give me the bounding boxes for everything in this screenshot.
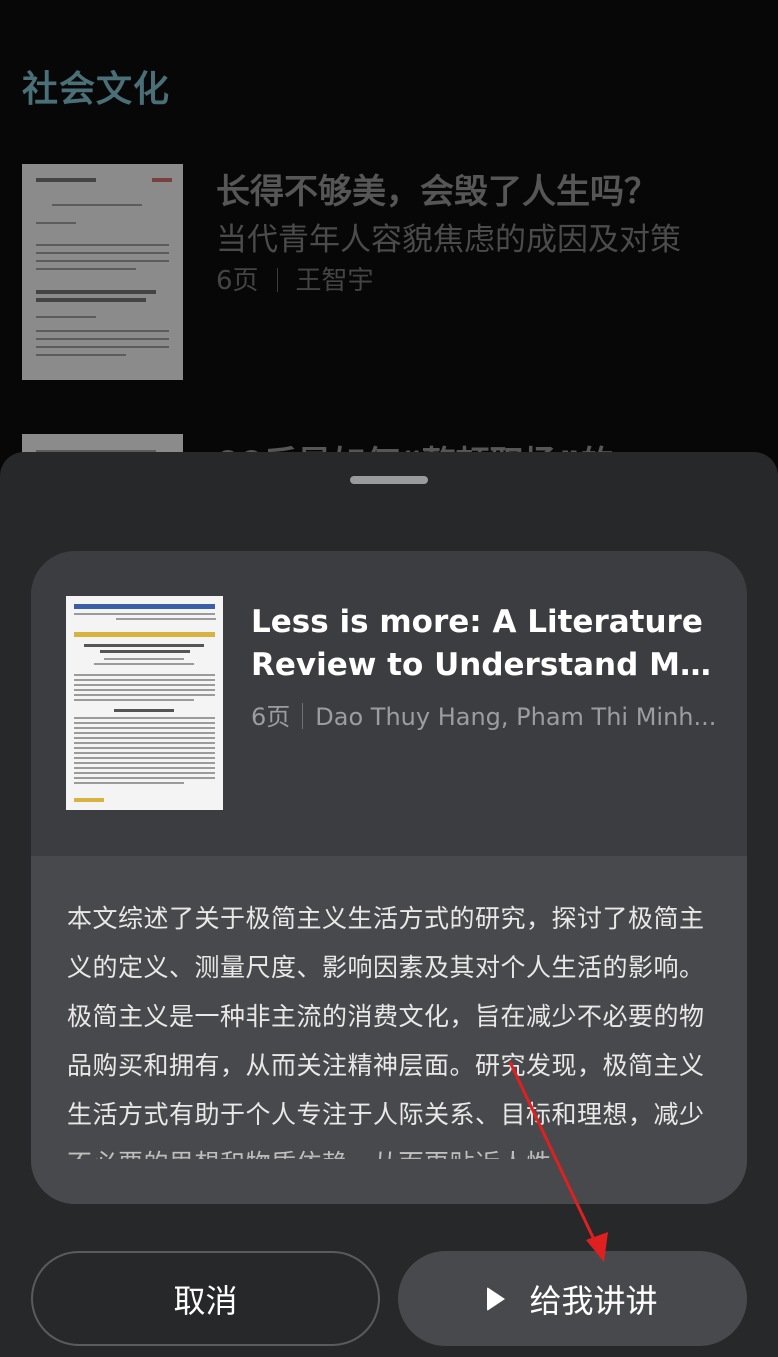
cancel-button-label: 取消 [173, 1281, 238, 1320]
document-pages: 6页 [251, 703, 291, 731]
document-title-line-2: Review to Understand Mini... [251, 647, 721, 683]
explain-to-me-button[interactable]: 给我讲讲 [398, 1251, 747, 1346]
document-title-line-1: Less is more: A Literature [251, 604, 703, 640]
list-item[interactable]: 长得不够美，会毁了人生吗？ 当代青年人容貌焦虑的成因及对策 6页 王智宇 [22, 164, 752, 384]
sheet-drag-handle[interactable] [350, 476, 428, 484]
summary-panel[interactable]: 本文综述了关于极简主义生活方式的研究，探讨了极简主义的定义、测量尺度、影响因素及… [31, 856, 747, 1204]
list-item-title: 长得不够美，会毁了人生吗？ [216, 172, 658, 212]
section-title: 社会文化 [22, 69, 171, 110]
document-header: Less is more: A Literature Review to Und… [31, 551, 747, 856]
bottom-sheet: Less is more: A Literature Review to Und… [0, 452, 778, 1357]
document-meta: 6页 Dao Thuy Hang, Pham Thi Minh... [251, 697, 721, 732]
list-item-subtitle: 当代青年人容貌焦虑的成因及对策 [216, 222, 681, 258]
list-item-author: 王智宇 [295, 266, 374, 296]
document-card: Less is more: A Literature Review to Und… [31, 551, 747, 1204]
meta-divider [302, 703, 304, 729]
list-item-pages: 6页 [216, 266, 259, 296]
meta-divider [276, 268, 278, 292]
play-icon [487, 1286, 506, 1311]
list-item-meta: 6页 王智宇 [216, 260, 374, 297]
document-title: Less is more: A Literature Review to Und… [251, 601, 721, 687]
summary-text: 本文综述了关于极简主义生活方式的研究，探讨了极简主义的定义、测量尺度、影响因素及… [67, 904, 705, 1159]
screen: 社会文化 长得不够美，会毁了人生吗？ 当代青年人容貌焦虑的成因及对策 6页 王智宇 [0, 0, 778, 1357]
document-thumbnail [22, 164, 183, 380]
document-thumbnail [66, 596, 223, 810]
explain-button-label: 给我讲讲 [529, 1281, 658, 1320]
cancel-button[interactable]: 取消 [31, 1251, 380, 1346]
document-authors: Dao Thuy Hang, Pham Thi Minh... [315, 703, 717, 731]
